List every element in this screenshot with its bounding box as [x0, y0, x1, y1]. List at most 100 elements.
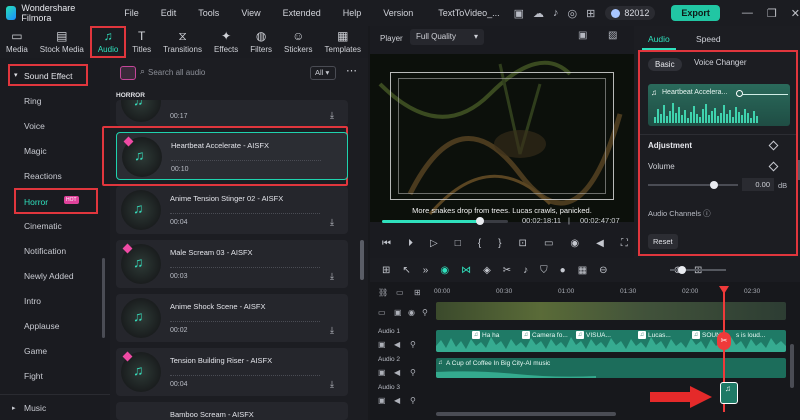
image-icon[interactable]: ▨: [608, 30, 617, 41]
volume-input[interactable]: 0.00: [742, 178, 774, 191]
tab-speed[interactable]: Speed: [696, 34, 721, 44]
music-category[interactable]: ▸ Music: [0, 394, 110, 420]
sidebar-item-reactions[interactable]: Reactions: [24, 171, 62, 181]
time-ruler[interactable]: 00:00 00:30 01:00 01:30 02:00 02:30: [434, 288, 800, 298]
list-item-selected[interactable]: ♫ Heartbeat Accelerate - AISFX 00:10: [116, 132, 348, 180]
subtab-basic[interactable]: Basic: [648, 58, 682, 71]
expand-icon[interactable]: »: [423, 265, 429, 276]
download-icon[interactable]: ⤓: [330, 110, 334, 121]
volume-icon[interactable]: ◀: [596, 238, 604, 249]
filter-dropdown[interactable]: All ▾: [310, 66, 336, 80]
volume-slider-handle[interactable]: [710, 181, 718, 189]
list-item[interactable]: ♫ Tension Building Riser - AISFX 00:04 ⤓: [116, 348, 348, 396]
quality-dropdown[interactable]: Full Quality ▾: [410, 29, 484, 45]
folder-icon[interactable]: ▣: [378, 340, 386, 349]
reset-button[interactable]: Reset: [648, 234, 678, 249]
sidebar-item-horror[interactable]: Horror HOT: [14, 188, 98, 214]
timeline-vscrollbar[interactable]: [790, 344, 794, 388]
list-item[interactable]: ♫ 00:17 ⤓: [116, 100, 348, 126]
project-name[interactable]: TextToVideo_...: [438, 8, 499, 18]
ai-icon[interactable]: ◉: [440, 265, 449, 276]
shield-icon[interactable]: ⛉: [540, 265, 548, 276]
lock-icon[interactable]: ⚲: [410, 396, 416, 405]
subtab-voice-changer[interactable]: Voice Changer: [694, 58, 746, 67]
sidebar-item-fight[interactable]: Fight: [24, 371, 43, 381]
lock-icon[interactable]: ⚲: [410, 340, 416, 349]
tab-transitions[interactable]: ⧖ Transitions: [157, 26, 208, 58]
tab-audio[interactable]: ♫ Audio: [89, 26, 127, 58]
menu-edit[interactable]: Edit: [150, 8, 188, 18]
camera-icon[interactable]: ◉: [570, 238, 579, 249]
video-preview[interactable]: More snakes drop from trees. Lucas crawl…: [370, 54, 634, 222]
menu-file[interactable]: File: [113, 8, 150, 18]
tab-effects[interactable]: ✦ Effects: [208, 26, 244, 58]
audio-track-1[interactable]: ♫ Ha ha ♫ Camera fo... ♫ VISUA... ♫ Luca…: [436, 330, 786, 352]
track-settings-icon[interactable]: ▭: [396, 288, 404, 297]
volume-slider[interactable]: [648, 181, 738, 189]
list-item[interactable]: Bamboo Scream - AISFX: [116, 402, 348, 420]
sidebar-item-voice[interactable]: Voice: [24, 121, 45, 131]
tools-icon[interactable]: ▦: [578, 265, 587, 276]
adjustment-section[interactable]: Adjustment: [640, 134, 796, 154]
pointer-icon[interactable]: ↖: [402, 265, 410, 276]
folder-icon[interactable]: ▣: [378, 368, 386, 377]
scrubber-handle[interactable]: [476, 217, 485, 225]
volume-icon[interactable]: ◀: [394, 340, 400, 349]
link-icon[interactable]: ⛓: [378, 288, 388, 297]
volume-keyframe-icon[interactable]: [768, 161, 779, 172]
download-icon[interactable]: ⤓: [330, 271, 334, 282]
folder-icon[interactable]: ▣: [394, 308, 402, 317]
volume-icon[interactable]: ◀: [394, 368, 400, 377]
stop-icon[interactable]: □: [455, 238, 461, 249]
add-track-icon[interactable]: ⊞: [414, 288, 421, 297]
headset-icon[interactable]: ◎: [568, 7, 578, 20]
list-item[interactable]: ♫ Anime Shock Scene - AISFX 00:02 ⤓: [116, 294, 348, 342]
minimize-icon[interactable]: —: [742, 7, 753, 20]
tab-stock-media[interactable]: ▤ Stock Media: [34, 26, 90, 58]
sidebar-item-intro[interactable]: Intro: [24, 296, 41, 306]
search-input[interactable]: Search all audio: [148, 68, 205, 77]
keyframe-icon[interactable]: [768, 140, 779, 151]
gift-icon[interactable]: ▣: [514, 7, 524, 20]
cloud-upload-icon[interactable]: ☁: [533, 7, 544, 20]
heartbeat-clip[interactable]: ♫: [720, 382, 738, 404]
lock-icon[interactable]: ⚲: [410, 368, 416, 377]
list-scrollbar[interactable]: [360, 240, 364, 280]
render-icon[interactable]: ⊡: [519, 238, 527, 249]
zoom-slider-handle[interactable]: [678, 266, 686, 274]
tab-media[interactable]: ▭ Media: [0, 26, 34, 58]
timeline-hscrollbar[interactable]: [436, 412, 616, 416]
layout-icon[interactable]: ⊞: [382, 265, 390, 276]
sidebar-item-notification[interactable]: Notification: [24, 246, 66, 256]
magnet-icon[interactable]: ⋈: [461, 265, 471, 276]
audio-track-2[interactable]: ♫ A Cup of Coffee In Big City-AI music: [436, 358, 786, 378]
previous-frame-icon[interactable]: ⏮: [382, 238, 391, 249]
play-icon[interactable]: ▷: [430, 238, 438, 249]
download-icon[interactable]: ⤓: [330, 379, 334, 390]
volume-icon[interactable]: ◀: [394, 396, 400, 405]
tab-filters[interactable]: ◍ Filters: [244, 26, 278, 58]
eye-icon[interactable]: ◉: [408, 308, 415, 317]
sidebar-item-newly-added[interactable]: Newly Added: [24, 271, 74, 281]
playback-scrubber[interactable]: [382, 217, 508, 225]
tab-stickers[interactable]: ☺ Stickers: [278, 26, 318, 58]
menu-version[interactable]: Version: [372, 8, 424, 18]
sidebar-item-cinematic[interactable]: Cinematic: [24, 221, 62, 231]
tab-templates[interactable]: ▦ Templates: [319, 26, 367, 58]
menu-extended[interactable]: Extended: [272, 8, 332, 18]
split-scissors-icon[interactable]: ✂: [717, 332, 731, 350]
sidebar-item-ring[interactable]: Ring: [24, 96, 41, 106]
play-reverse-icon[interactable]: ⏵: [408, 238, 413, 249]
mark-in-icon[interactable]: {: [478, 238, 481, 249]
download-icon[interactable]: ⤓: [330, 325, 334, 336]
export-button[interactable]: Export: [671, 5, 720, 21]
tab-titles[interactable]: T Titles: [126, 26, 157, 58]
sidebar-item-magic[interactable]: Magic: [24, 146, 47, 156]
zoom-out-icon[interactable]: ⊖: [599, 265, 607, 276]
bell-icon[interactable]: ♪: [553, 7, 559, 19]
scissors-icon[interactable]: ✂: [503, 265, 511, 276]
video-clip[interactable]: [436, 302, 786, 320]
restore-icon[interactable]: ❐: [767, 7, 777, 20]
list-item[interactable]: ♫ Anime Tension Stinger 02 - AISFX 00:04…: [116, 186, 348, 234]
fullscreen-icon[interactable]: ⛶: [621, 238, 628, 249]
